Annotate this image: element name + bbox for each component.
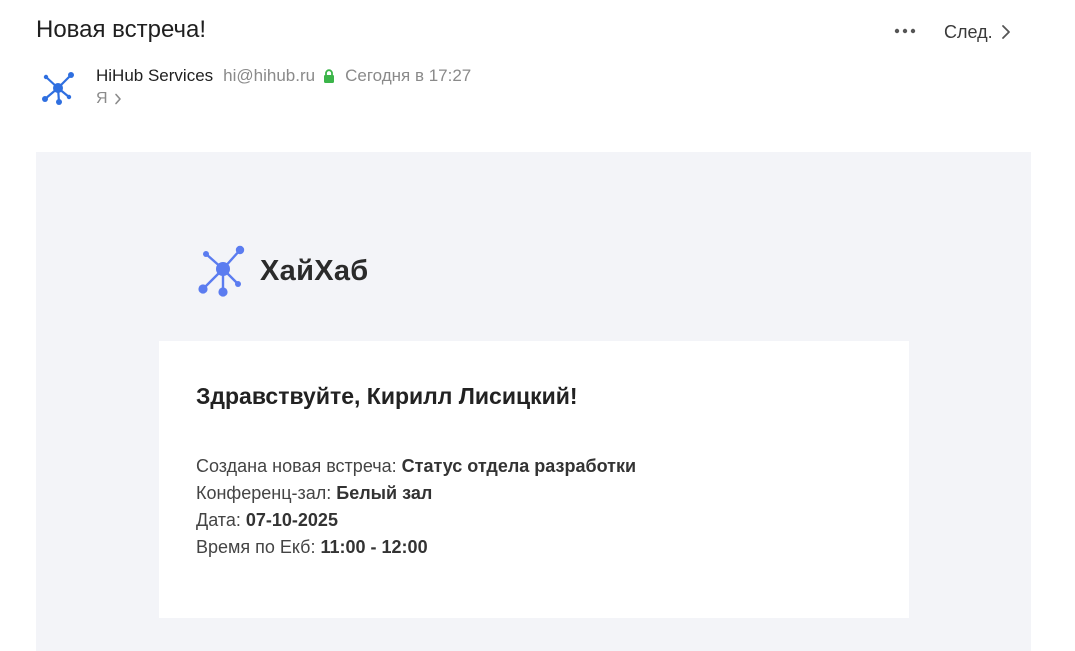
- sent-time: Сегодня в 17:27: [345, 66, 472, 85]
- sender-info: HiHub Services hi@hihub.ru Сегодня в 17:…: [96, 65, 471, 87]
- meeting-date-label: Дата:: [196, 510, 246, 530]
- greeting: Здравствуйте, Кирилл Лисицкий!: [196, 383, 578, 409]
- email-view: Новая встреча! След. HiHub Services hi@h…: [0, 0, 1075, 651]
- brand-name: ХайХаб: [260, 254, 369, 287]
- lock-icon: [324, 69, 335, 83]
- sender-email[interactable]: hi@hihub.ru: [223, 66, 315, 86]
- meeting-date-row: Дата: 07-10-2025: [196, 507, 636, 534]
- meeting-details: Создана новая встреча: Статус отдела раз…: [196, 453, 636, 561]
- chevron-right-icon: [114, 93, 121, 105]
- meeting-title-label: Создана новая встреча:: [196, 456, 402, 476]
- meeting-time-label: Время по Екб:: [196, 537, 321, 557]
- recipient-toggle[interactable]: Я: [96, 89, 122, 109]
- brand-header: ХайХаб: [196, 244, 368, 298]
- meeting-time-row: Время по Екб: 11:00 - 12:00: [196, 534, 636, 561]
- recipient-label: Я: [96, 90, 108, 107]
- sender-avatar-hub-icon[interactable]: [38, 68, 78, 108]
- meeting-room-label: Конференц-зал:: [196, 483, 337, 503]
- email-body: ХайХаб Здравствуйте, Кирилл Лисицкий! Со…: [36, 152, 1031, 651]
- meeting-time-value: 11:00 - 12:00: [320, 537, 428, 557]
- message-card: Здравствуйте, Кирилл Лисицкий! Создана н…: [159, 341, 909, 618]
- meeting-date-value: 07-10-2025: [245, 510, 338, 530]
- ellipsis-icon: [894, 28, 916, 34]
- more-actions-button[interactable]: [890, 18, 920, 44]
- chevron-right-icon: [1001, 25, 1010, 39]
- next-email-button[interactable]: След.: [944, 18, 1013, 46]
- hub-logo-icon: [198, 245, 245, 297]
- meeting-room-value: Белый зал: [336, 483, 433, 503]
- next-email-label: След.: [944, 21, 993, 42]
- meeting-room-row: Конференц-зал: Белый зал: [196, 480, 636, 507]
- meeting-title-value: Статус отдела разработки: [401, 456, 637, 476]
- sender-name[interactable]: HiHub Services: [96, 66, 213, 86]
- email-subject: Новая встреча!: [36, 16, 207, 43]
- meeting-title-row: Создана новая встреча: Статус отдела раз…: [196, 453, 636, 480]
